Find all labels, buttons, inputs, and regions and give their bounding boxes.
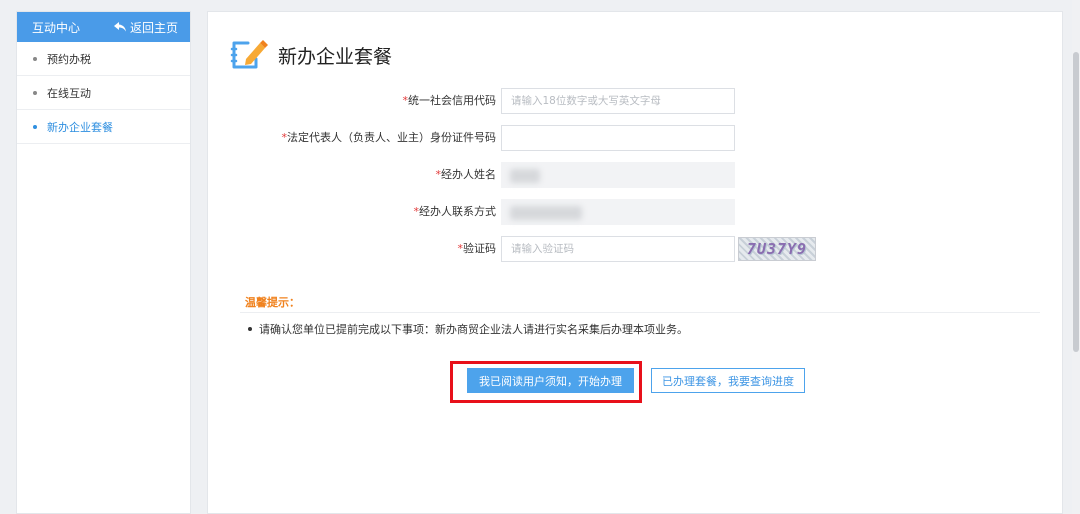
back-home-link[interactable]: 返回主页 xyxy=(113,19,178,36)
legal-id-input[interactable] xyxy=(501,125,735,151)
agent-contact-field xyxy=(501,199,735,225)
credit-code-label: *统一社会信用代码 xyxy=(402,94,497,107)
agent-contact-label: *经办人联系方式 xyxy=(413,205,497,218)
sidebar-item-new-enterprise-package[interactable]: 新办企业套餐 xyxy=(17,110,190,144)
start-processing-button[interactable]: 我已阅读用户须知，开始办理 xyxy=(467,368,634,393)
captcha-text: 7U37Y9 xyxy=(746,240,808,258)
sidebar-header-title: 互动中心 xyxy=(32,20,81,35)
page-header: 新办企业套餐 xyxy=(230,37,392,73)
tips-item: 请确认您单位已提前完成以下事项：新办商贸企业法人请进行实名采集后办理本项业务。 xyxy=(248,321,688,337)
bullet-icon xyxy=(248,327,252,331)
main-panel: 新办企业套餐 *统一社会信用代码 *法定代表人（负责人、业主）身份证件号码 *经… xyxy=(207,11,1063,514)
query-progress-button[interactable]: 已办理套餐，我要查询进度 xyxy=(651,368,805,393)
legal-id-label: *法定代表人（负责人、业主）身份证件号码 xyxy=(281,131,497,144)
redacted-value xyxy=(510,206,582,220)
form-row-agent-contact: *经办人联系方式 xyxy=(208,199,1064,225)
tips-item-text: 请确认您单位已提前完成以下事项：新办商贸企业法人请进行实名采集后办理本项业务。 xyxy=(259,323,688,336)
form-row-legal-id: *法定代表人（负责人、业主）身份证件号码 xyxy=(208,125,1064,151)
back-home-label: 返回主页 xyxy=(129,20,178,35)
redacted-value xyxy=(510,169,540,183)
page-scrollbar[interactable] xyxy=(1072,0,1080,514)
tips-divider xyxy=(240,312,1040,313)
sidebar-header: 互动中心 返回主页 xyxy=(17,12,190,42)
captcha-label: *验证码 xyxy=(457,242,497,255)
form-row-credit-code: *统一社会信用代码 xyxy=(208,88,1064,114)
scrollbar-thumb[interactable] xyxy=(1073,52,1079,352)
credit-code-input[interactable] xyxy=(501,88,735,114)
bullet-icon xyxy=(33,124,37,129)
tips-title: 温馨提示： xyxy=(245,296,300,309)
form-row-captcha: *验证码 7U37Y9 xyxy=(208,236,1064,262)
edit-form-icon xyxy=(230,40,268,69)
bullet-icon xyxy=(33,90,37,95)
sidebar-item-appointment[interactable]: 预约办税 xyxy=(17,42,190,76)
reply-arrow-icon xyxy=(113,22,126,32)
sidebar-item-label: 预约办税 xyxy=(47,52,91,66)
agent-name-field xyxy=(501,162,735,188)
sidebar-item-label: 在线互动 xyxy=(47,86,91,100)
captcha-input[interactable] xyxy=(501,236,735,262)
form-row-agent-name: *经办人姓名 xyxy=(208,162,1064,188)
sidebar-item-online-interaction[interactable]: 在线互动 xyxy=(17,76,190,110)
sidebar: 互动中心 返回主页 预约办税 在线互动 新办企业套餐 xyxy=(16,11,191,514)
sidebar-item-label: 新办企业套餐 xyxy=(47,120,113,134)
bullet-icon xyxy=(33,56,37,61)
captcha-image[interactable]: 7U37Y9 xyxy=(738,237,816,261)
page-title: 新办企业套餐 xyxy=(278,45,393,68)
agent-name-label: *经办人姓名 xyxy=(435,168,497,181)
